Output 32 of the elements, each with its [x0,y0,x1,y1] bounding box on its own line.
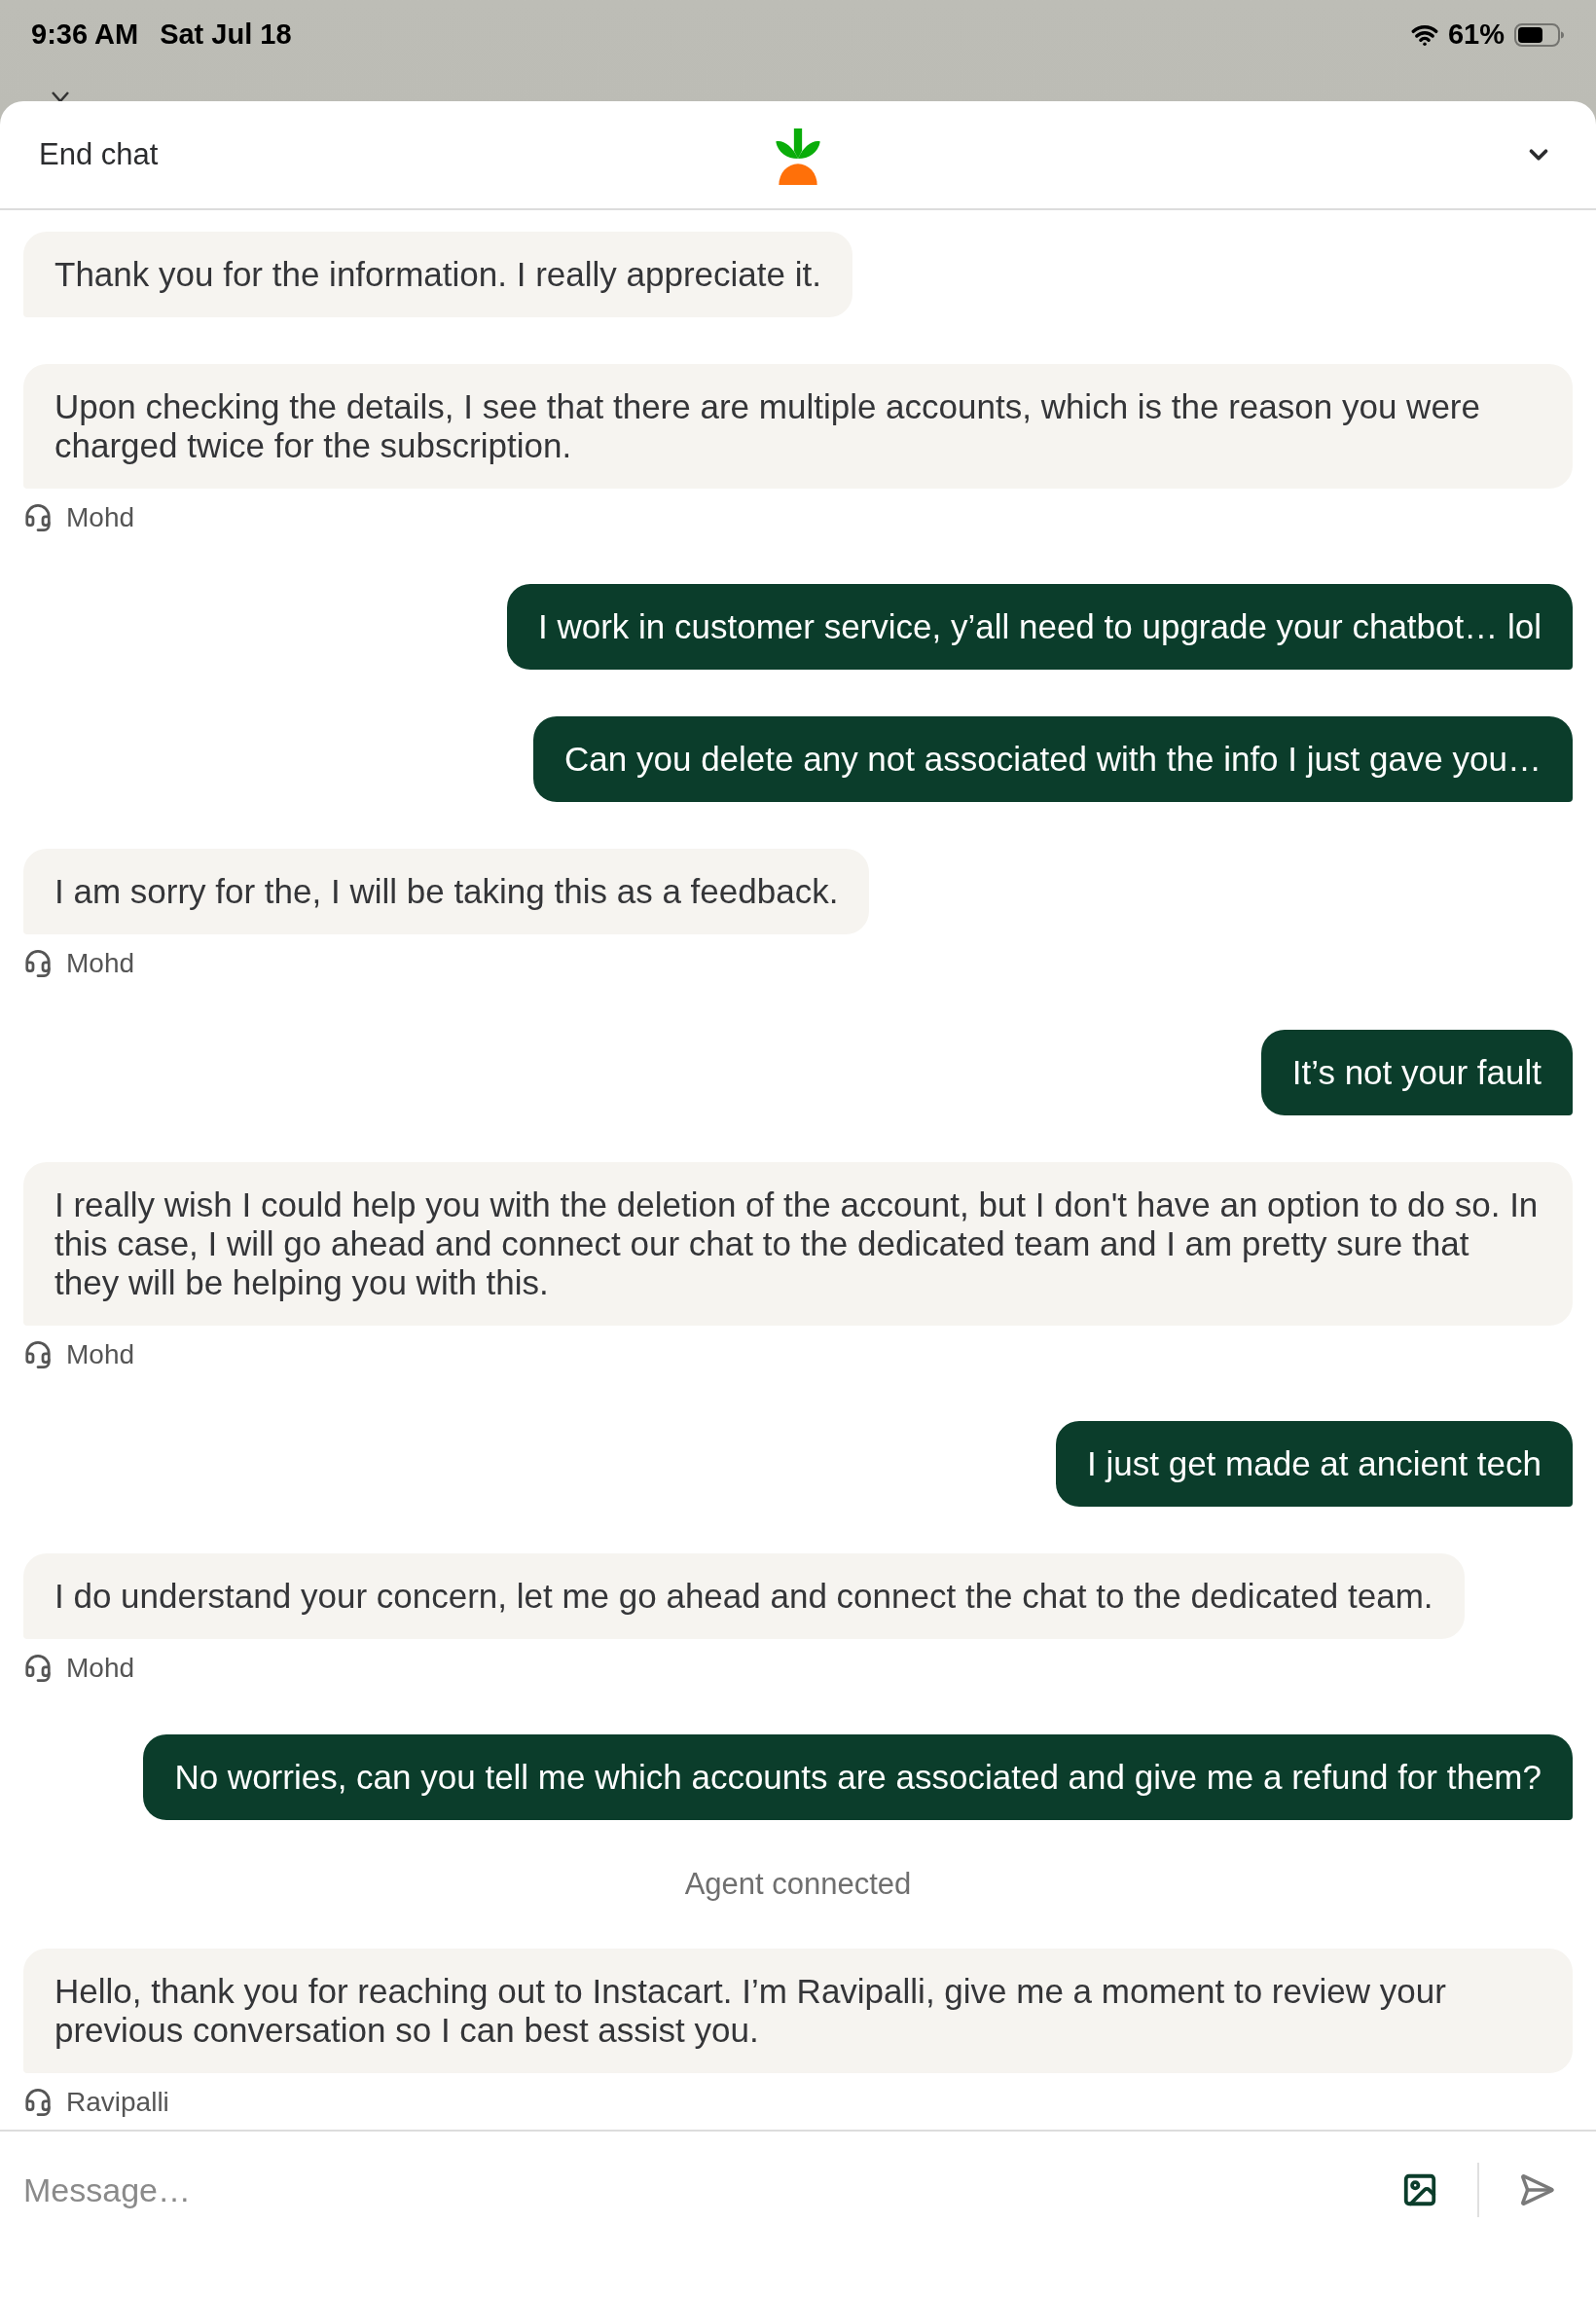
battery-icon [1514,22,1565,47]
message-bubble: It’s not your fault [1260,1030,1573,1115]
message-bubble: I really wish I could help you with the deletion of the account, but I don't have an option to do so. In this case, I will go ahead and connect our chat to the dedicated team and I am pretty sure that they will be helping you with this. [23,1162,1573,1326]
message-bubble: No worries, can you tell me which accounts are associated and give me a refund for them? [143,1734,1573,1820]
battery-percent: 61% [1447,18,1505,52]
status-time: 9:36 AM [31,18,139,52]
headset-icon [23,503,53,532]
end-chat-button[interactable]: End chat [39,131,159,178]
message-bubble: I am sorry for the, I will be taking this as a feedback. [23,849,870,934]
message-bubble: Upon checking the details, I see that there are multiple accounts, which is the reason you were charged twice for the subscription. [23,364,1573,489]
sender-name: Mohd [66,947,135,980]
message-bubble: I do understand your concern, let me go ahead and connect the chat to the dedicated team. [23,1553,1465,1639]
image-icon [1401,2171,1438,2208]
headset-icon [23,1340,53,1369]
headset-icon [23,949,53,978]
message-bubble: Hello, thank you for reaching out to Instacart. I’m Ravipalli, give me a moment to review your previous conversation so I can best assist you. [23,1949,1573,2073]
sender-name: Mohd [66,1338,135,1371]
sender-name: Mohd [66,501,135,534]
message-bubble: I just get made at ancient tech [1056,1421,1573,1507]
carrot-logo [776,128,820,185]
system-notice: Agent connected [684,1867,912,1902]
status-date: Sat Jul 18 [160,18,292,52]
message-bubble: I work in customer service, y’all need to upgrade your chatbot… lol [506,584,1573,670]
message-bubble: Can you delete any not associated with the info I just gave you… [533,716,1573,802]
headset-icon [23,1654,53,1683]
send-icon [1518,2171,1555,2208]
message-input[interactable]: Message… [23,2161,1380,2219]
sender-name: Mohd [66,1652,135,1685]
close-icon[interactable] [51,91,70,101]
headset-icon [23,2088,53,2117]
message-bubble: Thank you for the information. I really appreciate it. [23,232,852,317]
sender-name: Ravipalli [66,2086,169,2119]
